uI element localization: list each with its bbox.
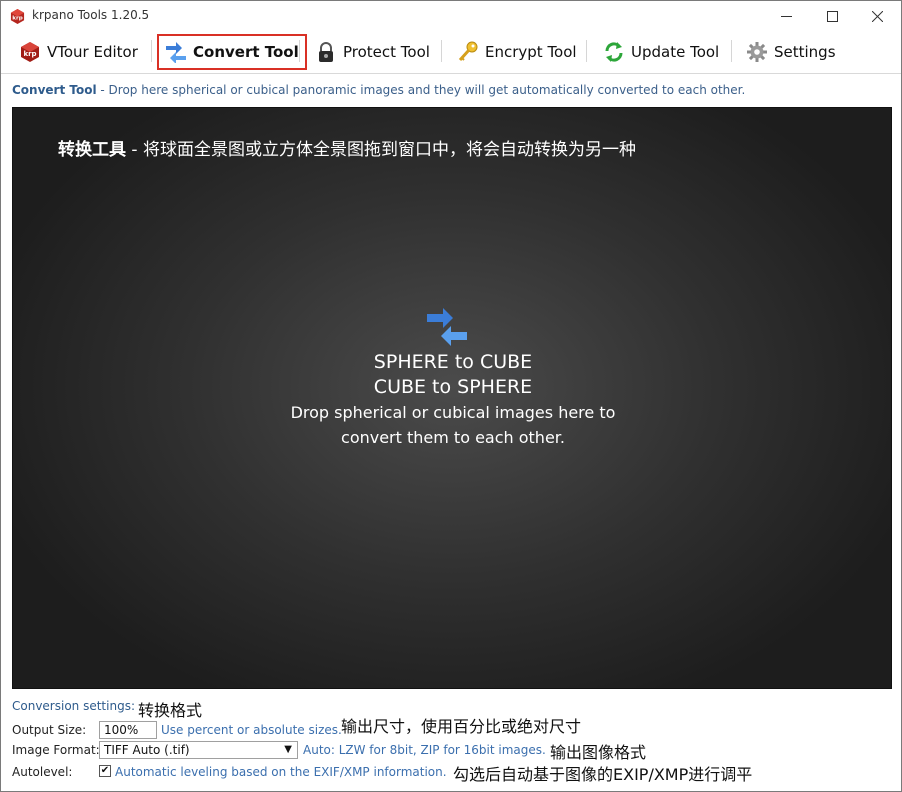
tab-encrypt-tool[interactable]: Encrypt Tool	[457, 35, 577, 68]
tab-convert-tool[interactable]: Convert Tool	[157, 34, 307, 70]
image-format-label: Image Format:	[12, 743, 100, 757]
tab-settings[interactable]: Settings	[746, 35, 836, 68]
tab-label: Update Tool	[631, 42, 720, 61]
tab-protect-tool[interactable]: Protect Tool	[315, 35, 430, 68]
output-size-input[interactable]: 100%	[99, 721, 157, 739]
drop-zone-heading-bold: 转换工具	[58, 140, 126, 160]
convert-arrows-icon	[427, 308, 467, 346]
toolbar-divider	[151, 40, 152, 62]
drop-zone[interactable]: 转换工具 - 将球面全景图或立方体全景图拖到窗口中，将会自动转换为另一种 SPH…	[12, 107, 892, 689]
conversion-settings-label: Conversion settings:	[12, 699, 135, 713]
output-size-note: 输出尺寸，使用百分比或绝对尺寸	[341, 717, 582, 736]
tool-description-text: - Drop here spherical or cubical panoram…	[96, 83, 746, 97]
close-button[interactable]	[854, 1, 900, 32]
svg-text:krp: krp	[23, 50, 36, 58]
window-title: krpano Tools 1.20.5	[32, 8, 150, 22]
drop-zone-line-sphere-to-cube: SPHERE to CUBE	[373, 351, 533, 373]
drop-zone-instruction-2: convert them to each other.	[341, 428, 565, 447]
toolbar-divider	[299, 40, 300, 62]
tab-label: Encrypt Tool	[485, 42, 577, 61]
autolevel-checkbox[interactable]: ✔	[99, 765, 111, 777]
convert-arrows-icon	[165, 41, 187, 63]
tab-label: Settings	[774, 42, 836, 61]
svg-text:krp: krp	[12, 15, 23, 21]
drop-zone-instruction-1: Drop spherical or cubical images here to	[290, 403, 616, 422]
tool-name: Convert Tool	[12, 83, 97, 97]
toolbar-divider-line	[1, 73, 901, 74]
tab-vtour-editor[interactable]: krp VTour Editor	[19, 35, 138, 68]
autolevel-hint: Automatic leveling based on the EXIF/XMP…	[115, 765, 447, 779]
drop-zone-heading: 转换工具 - 将球面全景图或立方体全景图拖到窗口中，将会自动转换为另一种	[58, 135, 636, 160]
gear-icon	[746, 41, 768, 63]
krpano-app-icon: krp	[10, 9, 25, 24]
conversion-settings-note: 转换格式	[138, 701, 203, 720]
autolevel-label: Autolevel:	[12, 765, 73, 779]
dropdown-arrow-icon: ▼	[284, 744, 292, 755]
padlock-icon	[315, 41, 337, 63]
tab-label: VTour Editor	[47, 42, 138, 61]
toolbar-divider	[586, 40, 587, 62]
key-icon	[457, 41, 479, 63]
output-size-hint: Use percent or absolute sizes.	[161, 723, 342, 737]
refresh-icon	[603, 41, 625, 63]
maximize-button[interactable]	[809, 1, 855, 32]
tab-label: Protect Tool	[343, 42, 430, 61]
app-window: krp krpano Tools 1.20.5 krp VTour Editor	[0, 0, 902, 792]
image-format-select[interactable]: TIFF Auto (.tif) ▼	[99, 741, 298, 759]
toolbar-divider	[731, 40, 732, 62]
drop-zone-heading-rest: - 将球面全景图或立方体全景图拖到窗口中，将会自动转换为另一种	[126, 140, 636, 160]
output-size-label: Output Size:	[12, 723, 87, 737]
image-format-selected-value: TIFF Auto (.tif)	[104, 743, 190, 757]
tab-update-tool[interactable]: Update Tool	[603, 35, 719, 68]
minimize-button[interactable]	[763, 1, 809, 32]
title-bar: krp krpano Tools 1.20.5	[1, 1, 901, 32]
close-icon	[871, 11, 883, 22]
tab-label: Convert Tool	[193, 43, 299, 61]
drop-zone-line-cube-to-sphere: CUBE to SPHERE	[373, 376, 533, 398]
autolevel-note: 勾选后自动基于图像的EXIP/XMP进行调平	[453, 765, 753, 784]
tool-description: Convert Tool - Drop here spherical or cu…	[12, 83, 745, 97]
main-toolbar: krp VTour Editor Convert Tool Protect To…	[1, 32, 901, 70]
krpano-logo-icon: krp	[19, 41, 41, 63]
maximize-icon	[826, 11, 838, 22]
checkmark-icon: ✔	[100, 765, 110, 776]
minimize-icon	[780, 16, 792, 17]
toolbar-divider	[441, 40, 442, 62]
image-format-note: 输出图像格式	[550, 743, 647, 762]
image-format-hint: Auto: LZW for 8bit, ZIP for 16bit images…	[303, 743, 546, 757]
